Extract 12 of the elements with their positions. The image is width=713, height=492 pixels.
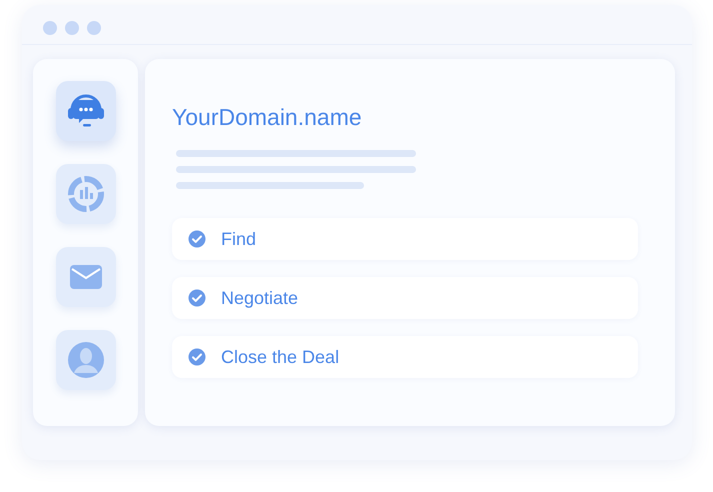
checklist-label: Negotiate: [221, 286, 298, 310]
sidebar-item[interactable]: [56, 247, 116, 307]
checklist-label: Find: [221, 228, 256, 250]
user-avatar-icon: [66, 341, 104, 379]
sidebar-item[interactable]: [56, 330, 116, 390]
checklist-label: Close the Deal: [221, 346, 340, 368]
envelope-icon: [70, 265, 102, 289]
site-title: YourDomain.name: [172, 103, 363, 131]
sidebar-item[interactable]: [56, 81, 116, 141]
donut-chart-icon: [66, 175, 104, 213]
sidebar-item[interactable]: [56, 164, 116, 224]
headset-chat-icon: [66, 94, 106, 128]
